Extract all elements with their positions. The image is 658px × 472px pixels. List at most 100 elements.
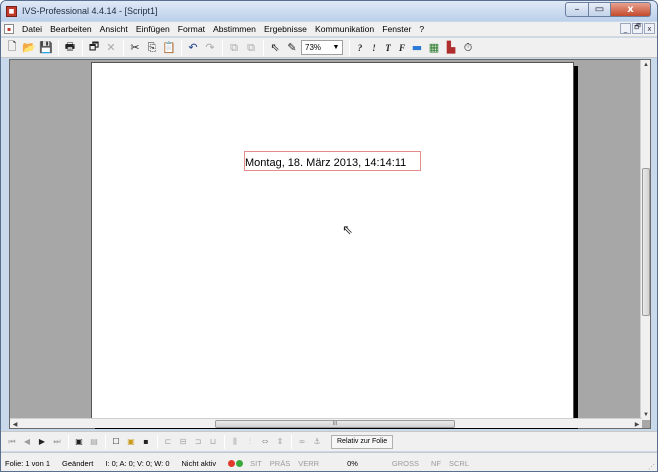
zoom-select[interactable]: 73% ▼	[301, 40, 343, 55]
bring-forward-icon[interactable]: ⧉	[226, 40, 242, 56]
app-logo-icon[interactable]: ■	[6, 5, 17, 17]
copy-icon[interactable]: ⎘	[144, 40, 160, 56]
menu-bar: ▪ Datei Bearbeiten Ansicht Einfügen Form…	[1, 22, 657, 37]
delete-icon[interactable]: ✕	[103, 40, 119, 56]
mdi-minimize-button[interactable]: _	[620, 23, 631, 34]
print-icon[interactable]: 🖶	[62, 40, 78, 56]
exclamation-tool-icon[interactable]: !	[367, 40, 381, 56]
new-document-icon[interactable]: 🗋	[4, 40, 20, 56]
mdi-controls: _ 🗗 x	[620, 23, 655, 34]
slide-navigation-toolbar: ⏮ ◀ ▶ ⏭ ▣ ▤ ☐ ▣ ▪ ⊏ ⊟ ⊐ ⊔ ⫼ ⫶ ⇔ ⇕ ∞ ⚓ Re…	[1, 431, 657, 451]
pen-icon[interactable]: ✎	[284, 40, 300, 56]
maximize-button[interactable]: ▭	[589, 2, 611, 17]
scroll-down-icon[interactable]: ▼	[641, 410, 651, 420]
menu-ansicht[interactable]: Ansicht	[96, 24, 132, 34]
properties-icon[interactable]: 🗗	[86, 40, 102, 56]
status-slide-info: Folie: 1 von 1	[5, 458, 51, 468]
prev-slide-icon[interactable]: ◀	[20, 435, 34, 449]
menu-datei[interactable]: Datei	[18, 24, 46, 34]
vertical-scrollbar[interactable]: ▲ ▼	[640, 60, 650, 420]
same-width-icon[interactable]: ⇔	[258, 435, 272, 449]
mouse-cursor-icon: ⇖	[342, 223, 353, 238]
window-controls: – ▭ x	[565, 2, 651, 17]
status-bar: Folie: 1 von 1 Geändert I: 0; A: 0; V: 0…	[1, 452, 657, 471]
relative-to-slide-button[interactable]: Relativ zur Folie	[331, 434, 394, 449]
menu-ergebnisse[interactable]: Ergebnisse	[260, 24, 311, 34]
status-leds	[228, 459, 244, 467]
scroll-right-icon[interactable]: ▶	[632, 419, 642, 429]
align-bottom-icon[interactable]: ⊔	[206, 435, 220, 449]
last-slide-icon[interactable]: ⏭	[50, 435, 64, 449]
save-icon[interactable]: 💾	[38, 40, 54, 56]
horizontal-scroll-thumb[interactable]: III	[215, 420, 455, 428]
menu-fenster[interactable]: Fenster	[378, 24, 415, 34]
status-gross: GROSS	[391, 458, 419, 468]
menu-format[interactable]: Format	[174, 24, 209, 34]
menu-bearbeiten[interactable]: Bearbeiten	[46, 24, 96, 34]
rect-yellow-icon[interactable]: ▣	[124, 435, 138, 449]
clock-icon[interactable]: ⏱	[460, 40, 476, 56]
align-center-icon[interactable]: ⊟	[176, 435, 190, 449]
close-button[interactable]: x	[611, 2, 651, 17]
green-led-icon	[236, 459, 244, 467]
gradient-icon[interactable]: ▬	[409, 40, 425, 56]
resize-grip-icon[interactable]: ⋰	[648, 463, 655, 471]
play-icon[interactable]: ▶	[35, 435, 49, 449]
status-sit: SIT	[250, 458, 262, 468]
send-backward-icon[interactable]: ⧉	[243, 40, 259, 56]
slide-view-icon[interactable]: ▣	[72, 435, 86, 449]
mdi-restore-button[interactable]: 🗗	[632, 23, 643, 34]
open-folder-icon[interactable]: 📂	[21, 40, 37, 56]
distribute-vertical-icon[interactable]: ⫶	[243, 435, 257, 449]
question-tool-icon[interactable]: ?	[353, 40, 367, 56]
menu-einfuegen[interactable]: Einfügen	[132, 24, 174, 34]
same-height-icon[interactable]: ⇕	[273, 435, 287, 449]
align-left-icon[interactable]: ⊏	[161, 435, 175, 449]
cut-icon[interactable]: ✂	[127, 40, 143, 56]
rect-outline-icon[interactable]: ☐	[109, 435, 123, 449]
zoom-value: 73%	[305, 43, 322, 52]
anchor-icon[interactable]: ⚓	[310, 435, 324, 449]
first-slide-icon[interactable]: ⏮	[5, 435, 19, 449]
redo-icon[interactable]: ↷	[202, 40, 218, 56]
calendar-icon[interactable]: ▦	[426, 40, 442, 56]
red-led-icon	[228, 459, 236, 467]
vertical-scroll-thumb[interactable]	[642, 168, 650, 316]
slide-workspace[interactable]: Montag, 18. März 2013, 14:14:11 ⇖ ▲ ▼ ◀ …	[9, 59, 651, 429]
status-changed: Geändert	[62, 458, 94, 468]
rect-dark-icon[interactable]: ▪	[139, 435, 153, 449]
distribute-horizontal-icon[interactable]: ⫼	[228, 435, 242, 449]
menu-abstimmen[interactable]: Abstimmen	[209, 24, 260, 34]
text-t-tool-icon[interactable]: T	[381, 40, 395, 56]
app-window: ■ IVS-Professional 4.4.14 - [Script1] – …	[0, 0, 658, 472]
datetime-text-box[interactable]: Montag, 18. März 2013, 14:14:11	[244, 151, 421, 171]
document-icon[interactable]: ▪	[4, 24, 14, 34]
status-scrl: SCRL	[449, 458, 470, 468]
mdi-close-button[interactable]: x	[644, 23, 655, 34]
status-praes: PRÄS	[269, 458, 291, 468]
scroll-left-icon[interactable]: ◀	[10, 419, 20, 429]
undo-icon[interactable]: ↶	[185, 40, 201, 56]
menu-help[interactable]: ?	[415, 24, 428, 34]
datetime-text: Montag, 18. März 2013, 14:14:11	[245, 157, 407, 169]
main-toolbar: 🗋 📂 💾 🖶 🗗 ✕ ✂ ⎘ 📋 ↶ ↷ ⧉ ⧉ ⇖ ✎ 73% ▼ ? ! …	[1, 38, 657, 58]
paste-icon[interactable]: 📋	[161, 40, 177, 56]
menu-kommunikation[interactable]: Kommunikation	[311, 24, 378, 34]
title-bar[interactable]: ■ IVS-Professional 4.4.14 - [Script1] – …	[1, 1, 657, 21]
window-title: IVS-Professional 4.4.14 - [Script1]	[22, 6, 158, 16]
status-percent: 0%	[347, 458, 358, 468]
slide-canvas[interactable]: Montag, 18. März 2013, 14:14:11 ⇖	[91, 62, 574, 425]
pointer-icon[interactable]: ⇖	[267, 40, 283, 56]
link-icon[interactable]: ∞	[295, 435, 309, 449]
scroll-up-icon[interactable]: ▲	[641, 60, 651, 70]
status-active: Nicht aktiv	[181, 458, 217, 468]
align-right-icon[interactable]: ⊐	[191, 435, 205, 449]
status-nf: NF	[431, 458, 441, 468]
bar-chart-icon[interactable]: ▙	[443, 40, 459, 56]
status-counters: I: 0; A: 0; V: 0; W: 0	[105, 458, 170, 468]
slide-list-icon[interactable]: ▤	[87, 435, 101, 449]
horizontal-scrollbar[interactable]: ◀ III ▶	[10, 418, 642, 428]
text-f-tool-icon[interactable]: F	[395, 40, 409, 56]
status-verr: VERR	[298, 458, 320, 468]
minimize-button[interactable]: –	[565, 2, 589, 17]
